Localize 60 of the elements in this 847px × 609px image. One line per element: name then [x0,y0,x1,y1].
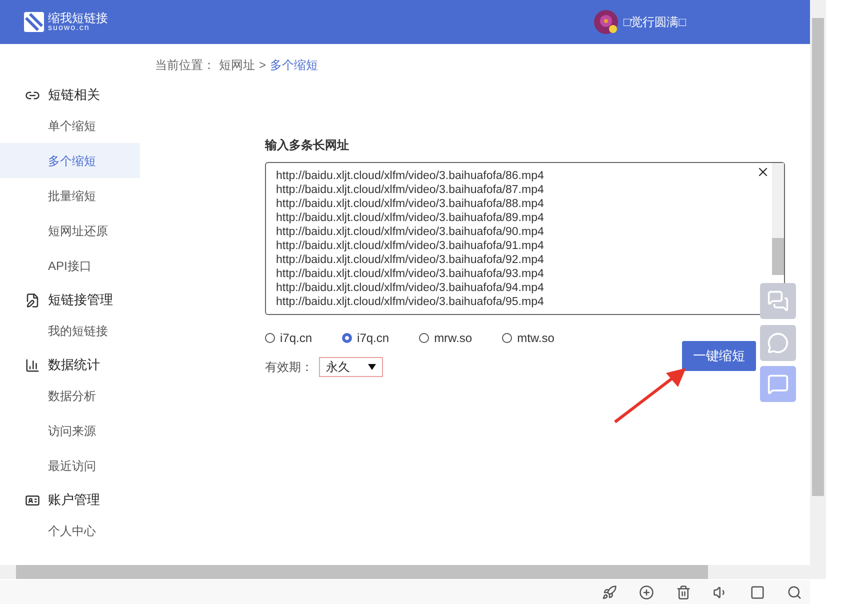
caret-icon [368,364,376,370]
radio-icon [265,333,275,343]
breadcrumb-separator: > [259,57,266,74]
sidebar-item[interactable]: 访问来源 [0,413,140,448]
search-icon[interactable] [787,584,802,600]
url-line: http://baidu.xljt.cloud/xlfm/video/3.baihuafofa/91.mp4 [276,239,544,253]
sidebar-heading: 账户管理 [48,491,100,510]
radio-icon [419,333,430,343]
url-line: http://baidu.xljt.cloud/xlfm/video/3.baihuafofa/89.mp4 [276,211,544,225]
add-circle-icon[interactable] [639,584,654,600]
sidebar-heading: 短链相关 [48,86,100,104]
sidebar-item[interactable]: 批量缩短 [0,178,140,213]
sidebar-item[interactable]: 多个缩短 [0,143,140,178]
sidebar-heading: 数据统计 [48,356,100,374]
breadcrumb-link[interactable]: 短网址 [219,56,255,74]
domain-radio[interactable]: i7q.cn [342,329,390,347]
user-name[interactable]: □觉行圆满□ [624,13,686,31]
url-line: http://baidu.xljt.cloud/xlfm/video/3.baihuafofa/92.mp4 [276,253,544,267]
window-icon[interactable] [750,584,765,600]
account-icon [25,492,40,508]
sidebar-heading: 短链接管理 [48,291,113,310]
url-line: http://baidu.xljt.cloud/xlfm/video/3.baihuafofa/90.mp4 [276,225,544,239]
horizontal-scrollbar[interactable] [0,565,826,579]
stats-icon [25,358,40,372]
vertical-scrollbar[interactable] [810,0,826,565]
rocket-icon[interactable] [602,584,617,600]
domain-radio[interactable]: mrw.so [419,329,472,347]
url-line: http://baidu.xljt.cloud/xlfm/video/3.baihuafofa/94.mp4 [276,281,544,295]
radio-icon [342,333,352,343]
field-label: 输入多条长网址 [265,137,350,154]
message-icon [767,373,789,395]
validity-select[interactable]: 永久 [319,357,383,377]
trash-icon[interactable] [676,584,691,600]
url-line: http://baidu.xljt.cloud/xlfm/video/3.baihuafofa/88.mp4 [276,197,544,211]
sidebar-item[interactable]: 单个缩短 [0,108,140,143]
logo-subtitle: suowo.cn [48,24,90,32]
radio-icon [502,333,512,343]
speech-bubble-icon [767,332,789,354]
manage-icon [25,292,40,308]
breadcrumb-current: 多个缩短 [270,57,318,74]
breadcrumb-prefix: 当前位置： [155,57,215,74]
sidebar-item[interactable]: 短网址还原 [0,213,140,248]
sidebar-item[interactable]: 个人中心 [0,513,140,548]
logo-icon [24,12,44,32]
sidebar-item[interactable]: 我的短链接 [0,313,140,348]
chat-bubbles-icon [767,290,789,312]
url-line: http://baidu.xljt.cloud/xlfm/video/3.baihuafofa/86.mp4 [276,169,544,183]
domain-radio[interactable]: mtw.so [502,329,554,347]
logo-title: 缩我短链接 [48,12,108,24]
url-line: http://baidu.xljt.cloud/xlfm/video/3.baihuafofa/87.mp4 [276,183,544,197]
clear-icon[interactable] [756,165,770,179]
domain-radio[interactable]: i7q.cn [265,329,312,347]
sidebar-item[interactable]: 最近访问 [0,448,140,483]
textarea-scrollbar[interactable] [772,163,784,275]
sidebar-item[interactable]: API接口 [0,248,140,283]
validity-label: 有效期： [265,359,313,376]
sidebar-item[interactable]: 数据分析 [0,378,140,413]
url-line: http://baidu.xljt.cloud/xlfm/video/3.baihuafofa/95.mp4 [276,295,544,309]
url-line: http://baidu.xljt.cloud/xlfm/video/3.baihuafofa/93.mp4 [276,267,544,281]
shorten-button[interactable]: 一键缩短 [682,341,756,371]
